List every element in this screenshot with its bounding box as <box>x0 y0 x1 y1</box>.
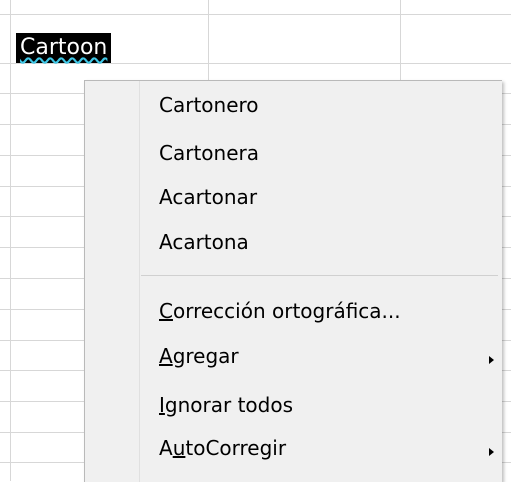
autocorrect-menu-item[interactable]: AutoCorregir <box>159 434 489 464</box>
menu-item-label: gregar <box>172 344 239 368</box>
mnemonic-letter: C <box>159 299 173 323</box>
grid-row-line <box>0 14 511 15</box>
menu-icon-gutter <box>85 81 139 482</box>
grid-row-line <box>0 63 511 64</box>
menu-separator <box>141 275 498 276</box>
submenu-arrow-icon <box>489 356 494 364</box>
mnemonic-letter: A <box>159 344 173 368</box>
ignore-all-menu-item[interactable]: Ignorar todos <box>159 391 293 421</box>
misspelled-word: Cartoon <box>20 35 108 60</box>
mnemonic-letter: u <box>172 436 186 460</box>
add-menu-item[interactable]: Agregar <box>159 342 489 372</box>
suggestion-item[interactable]: Cartonera <box>159 139 259 169</box>
grid-col-line <box>10 0 11 481</box>
suggestion-item[interactable]: Acartona <box>159 228 249 258</box>
spellcheck-context-menu: Cartonero Cartonera Acartonar Acartona C… <box>84 80 502 482</box>
spell-check-menu-item[interactable]: Corrección ortográfica... <box>159 297 401 327</box>
menu-gutter-divider <box>139 81 140 482</box>
menu-item-label: A <box>159 436 173 460</box>
menu-item-label: toCorregir <box>185 436 287 460</box>
menu-item-label: orrección ortográfica... <box>172 299 401 323</box>
suggestion-item[interactable]: Cartonero <box>159 91 259 121</box>
submenu-arrow-icon <box>489 448 494 456</box>
selected-cell-text[interactable]: Cartoon <box>16 33 112 63</box>
suggestion-item[interactable]: Acartonar <box>159 183 257 213</box>
menu-item-label: gnorar todos <box>164 393 294 417</box>
